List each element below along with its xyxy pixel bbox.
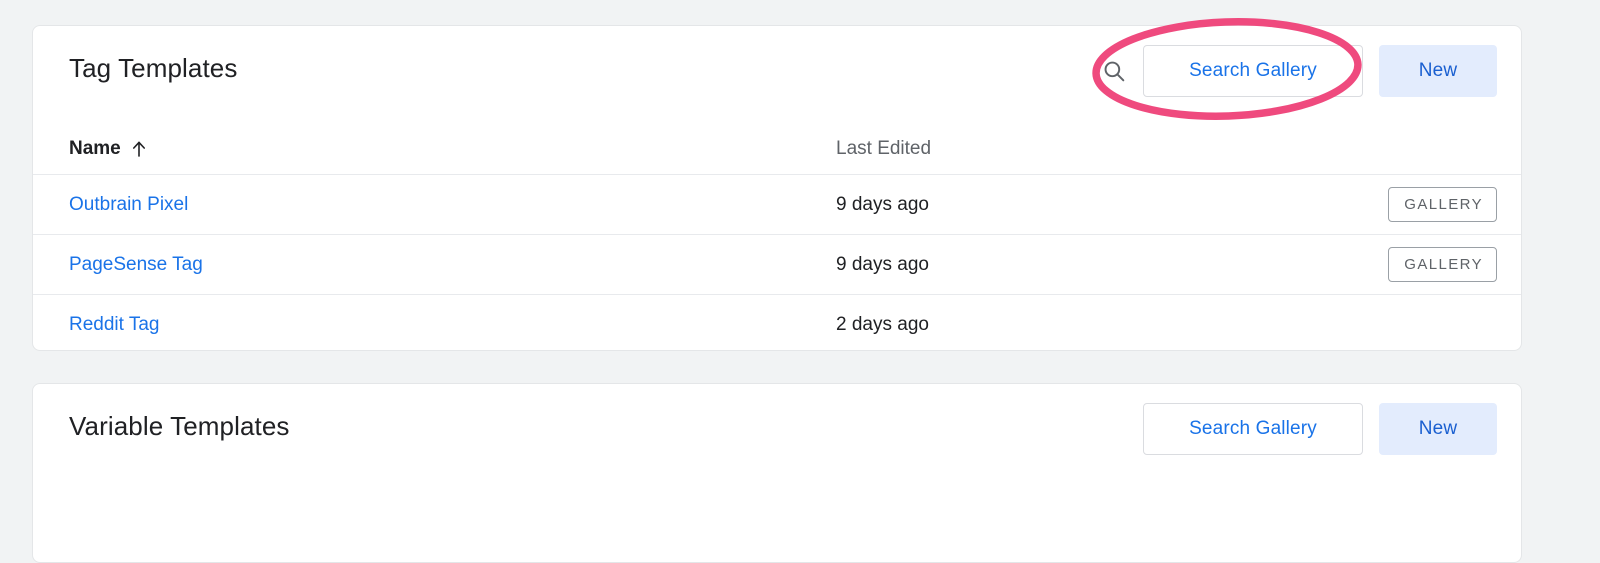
- template-name-link[interactable]: PageSense Tag: [69, 254, 203, 276]
- status-badge: GALLERY: [1388, 187, 1497, 222]
- gallery-badge-wrapper: GALLERY: [1388, 187, 1497, 222]
- column-header-name[interactable]: Name: [69, 138, 147, 160]
- new-button-variables[interactable]: New: [1379, 403, 1497, 455]
- arrow-up-icon: [131, 140, 147, 158]
- variable-templates-header-actions: Search Gallery New: [1143, 403, 1497, 455]
- variable-templates-header: Variable Templates Search Gallery New: [33, 384, 1521, 478]
- table-row[interactable]: Outbrain Pixel 9 days ago GALLERY: [33, 175, 1521, 235]
- table-row[interactable]: Reddit Tag 2 days ago: [33, 295, 1521, 354]
- template-last-edited: 2 days ago: [836, 314, 929, 335]
- templates-page: Tag Templates Search Gallery New Name La…: [0, 0, 1600, 563]
- gallery-badge-wrapper: GALLERY: [1388, 247, 1497, 282]
- template-last-edited: 9 days ago: [836, 194, 929, 215]
- variable-templates-title: Variable Templates: [69, 411, 290, 441]
- page-title: Tag Templates: [69, 53, 238, 83]
- template-last-edited: 9 days ago: [836, 254, 929, 275]
- column-header-name-label: Name: [69, 138, 121, 159]
- search-icon[interactable]: [1101, 58, 1127, 84]
- variable-templates-card: Variable Templates Search Gallery New: [32, 383, 1522, 563]
- table-header-row: Name Last Edited: [33, 120, 1521, 175]
- search-gallery-button-tags[interactable]: Search Gallery: [1143, 45, 1363, 97]
- tag-templates-card: Tag Templates Search Gallery New Name La…: [32, 25, 1522, 351]
- template-name-link[interactable]: Outbrain Pixel: [69, 194, 188, 216]
- status-badge: GALLERY: [1388, 247, 1497, 282]
- tag-templates-header: Tag Templates Search Gallery New: [33, 26, 1521, 120]
- table-row[interactable]: PageSense Tag 9 days ago GALLERY: [33, 235, 1521, 295]
- tag-templates-header-actions: Search Gallery New: [1101, 45, 1497, 97]
- search-gallery-button-variables[interactable]: Search Gallery: [1143, 403, 1363, 455]
- tag-templates-table: Name Last Edited Outbrain Pixel 9 days a…: [33, 120, 1521, 354]
- template-name-link[interactable]: Reddit Tag: [69, 314, 160, 336]
- column-header-last-edited: Last Edited: [836, 138, 932, 159]
- new-button-tags[interactable]: New: [1379, 45, 1497, 97]
